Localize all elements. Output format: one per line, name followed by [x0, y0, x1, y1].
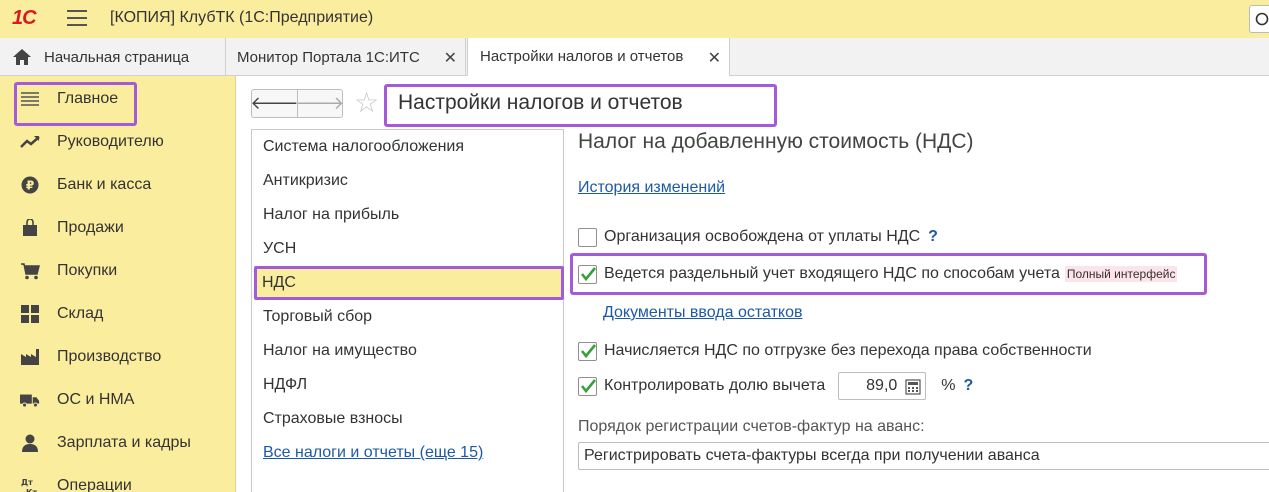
- list-item-insurance[interactable]: Страховые взносы: [263, 410, 403, 428]
- all-taxes-link[interactable]: Все налоги и отчеты (еще 15): [263, 444, 483, 462]
- full-interface-badge: Полный интерфейс: [1064, 266, 1178, 282]
- vat-exempt-label: Организация освобождена от уплаты НДС: [604, 228, 921, 245]
- tab-tax-settings[interactable]: Настройки налогов и отчетов ✕: [467, 38, 730, 77]
- sidebar: Главное Руководителю ₽ Банк и касса Прод…: [0, 76, 236, 492]
- shopping-bag-icon: [20, 218, 40, 238]
- sidebar-item-label: Производство: [57, 348, 162, 365]
- tab-tax-settings-label: Настройки налогов и отчетов: [480, 48, 684, 65]
- checkmark-icon: [580, 343, 596, 358]
- sidebar-item-label: Зарплата и кадры: [57, 434, 191, 451]
- svg-text:Дт: Дт: [21, 478, 33, 487]
- invoice-order-label: Порядок регистрации счетов-фактур на ава…: [578, 418, 925, 435]
- sidebar-item-label: Главное: [57, 90, 119, 107]
- deduction-share-value: 89,0: [866, 377, 898, 394]
- dt-kt-icon: ДтКт: [20, 476, 40, 492]
- window-title: [КОПИЯ] КлубТК (1С:Предприятие): [110, 9, 374, 26]
- search-icon: [1255, 12, 1269, 26]
- sidebar-item-label: ОС и НМА: [57, 391, 135, 408]
- history-navigation: 🡐 🡒: [250, 89, 344, 118]
- separate-accounting-label: Ведется раздельный учет входящего НДС по…: [604, 265, 1060, 282]
- list-item-vat-selected[interactable]: НДС: [254, 266, 564, 300]
- app-logo[interactable]: 1С: [12, 7, 37, 30]
- list-lines-icon: [20, 89, 40, 109]
- sidebar-item-sales[interactable]: Продажи: [0, 211, 236, 245]
- deduction-share-row: Контролировать долю вычета 89,0 % ?: [578, 372, 973, 400]
- tab-home[interactable]: Начальная страница: [0, 38, 226, 76]
- tab-portal-monitor[interactable]: Монитор Портала 1С:ИТС ✕: [226, 38, 466, 76]
- sidebar-item-label: Покупки: [57, 262, 118, 279]
- shipment-vat-row: Начисляется НДС по отгрузке без перехода…: [578, 340, 1092, 362]
- sidebar-item-main[interactable]: Главное: [0, 82, 236, 116]
- tab-bar: Начальная страница Монитор Портала 1С:ИТ…: [0, 38, 1269, 77]
- help-icon[interactable]: ?: [964, 377, 974, 395]
- global-search-button[interactable]: [1249, 5, 1269, 33]
- truck-icon: [20, 390, 40, 410]
- shipment-vat-label: Начисляется НДС по отгрузке без перехода…: [604, 342, 1092, 359]
- sidebar-item-label: Операции: [57, 477, 132, 492]
- home-icon: [13, 49, 31, 65]
- close-icon[interactable]: ✕: [708, 48, 721, 68]
- title-bar: 1С [КОПИЯ] КлубТК (1С:Предприятие): [0, 0, 1269, 38]
- sidebar-item-manager[interactable]: Руководителю: [0, 125, 236, 159]
- opening-balances-link[interactable]: Документы ввода остатков: [603, 304, 802, 322]
- list-item-usn[interactable]: УСН: [263, 240, 296, 258]
- sidebar-item-label: Склад: [57, 305, 104, 322]
- ruble-coin-icon: ₽: [20, 175, 40, 195]
- favorite-star-icon[interactable]: ☆: [354, 86, 379, 119]
- sidebar-item-operations[interactable]: ДтКт Операции: [0, 469, 236, 492]
- shipment-vat-checkbox[interactable]: [578, 341, 597, 361]
- list-item-property-tax[interactable]: Налог на имущество: [263, 342, 417, 360]
- sidebar-item-fixed-assets[interactable]: ОС и НМА: [0, 383, 236, 417]
- checkmark-icon: [580, 378, 596, 393]
- list-item-anticrisis[interactable]: Антикризис: [263, 172, 348, 190]
- sidebar-item-label: Продажи: [57, 219, 124, 236]
- calculator-icon[interactable]: [905, 379, 921, 395]
- deduction-share-checkbox[interactable]: [578, 376, 597, 396]
- back-button[interactable]: 🡐: [250, 90, 298, 117]
- tax-sections-list: Система налогообложения Антикризис Налог…: [251, 129, 564, 492]
- list-item-profit-tax[interactable]: Налог на прибыль: [263, 206, 399, 224]
- tab-portal-monitor-label: Монитор Портала 1С:ИТС: [237, 48, 420, 66]
- close-icon[interactable]: ✕: [444, 48, 457, 68]
- page-title: Настройки налогов и отчетов: [398, 91, 683, 114]
- list-item-tax-system[interactable]: Система налогообложения: [263, 138, 464, 156]
- section-title: Налог на добавленную стоимость (НДС): [578, 130, 974, 153]
- sidebar-item-purchases[interactable]: Покупки: [0, 254, 236, 288]
- list-item-ndfl[interactable]: НДФЛ: [263, 376, 307, 394]
- vat-exempt-checkbox[interactable]: [578, 227, 597, 247]
- person-icon: [20, 433, 40, 453]
- sidebar-item-bank[interactable]: ₽ Банк и касса: [0, 168, 236, 202]
- deduction-share-label: Контролировать долю вычета: [604, 377, 826, 394]
- separate-accounting-checkbox[interactable]: [578, 264, 597, 284]
- checkmark-icon: [580, 266, 596, 281]
- svg-text:Кт: Кт: [26, 488, 38, 492]
- sidebar-item-warehouse[interactable]: Склад: [0, 297, 236, 331]
- forward-button[interactable]: 🡒: [296, 90, 344, 117]
- sidebar-item-production[interactable]: Производство: [0, 340, 236, 374]
- list-item-vat-label: НДС: [262, 274, 296, 291]
- vat-exempt-row: Организация освобождена от уплаты НДС ?: [578, 226, 938, 248]
- sidebar-item-label: Руководителю: [57, 133, 164, 150]
- deduction-share-input[interactable]: 89,0: [838, 372, 927, 400]
- sidebar-item-label: Банк и касса: [57, 176, 152, 193]
- help-icon[interactable]: ?: [928, 228, 938, 246]
- history-link[interactable]: История изменений: [578, 179, 725, 197]
- invoice-order-select[interactable]: Регистрировать счета-фактуры всегда при …: [578, 442, 1269, 470]
- list-item-trade-fee[interactable]: Торговый сбор: [263, 308, 372, 326]
- cart-icon: [20, 261, 40, 281]
- percent-sign: %: [941, 377, 956, 394]
- menu-icon[interactable]: [67, 10, 87, 28]
- sidebar-item-payroll[interactable]: Зарплата и кадры: [0, 426, 236, 460]
- separate-accounting-row: Ведется раздельный учет входящего НДС по…: [578, 263, 1178, 285]
- factory-icon: [20, 347, 40, 367]
- warehouse-grid-icon: [20, 304, 40, 324]
- trend-up-icon: [20, 132, 40, 152]
- svg-text:₽: ₽: [26, 179, 34, 193]
- tab-home-label: Начальная страница: [44, 48, 190, 66]
